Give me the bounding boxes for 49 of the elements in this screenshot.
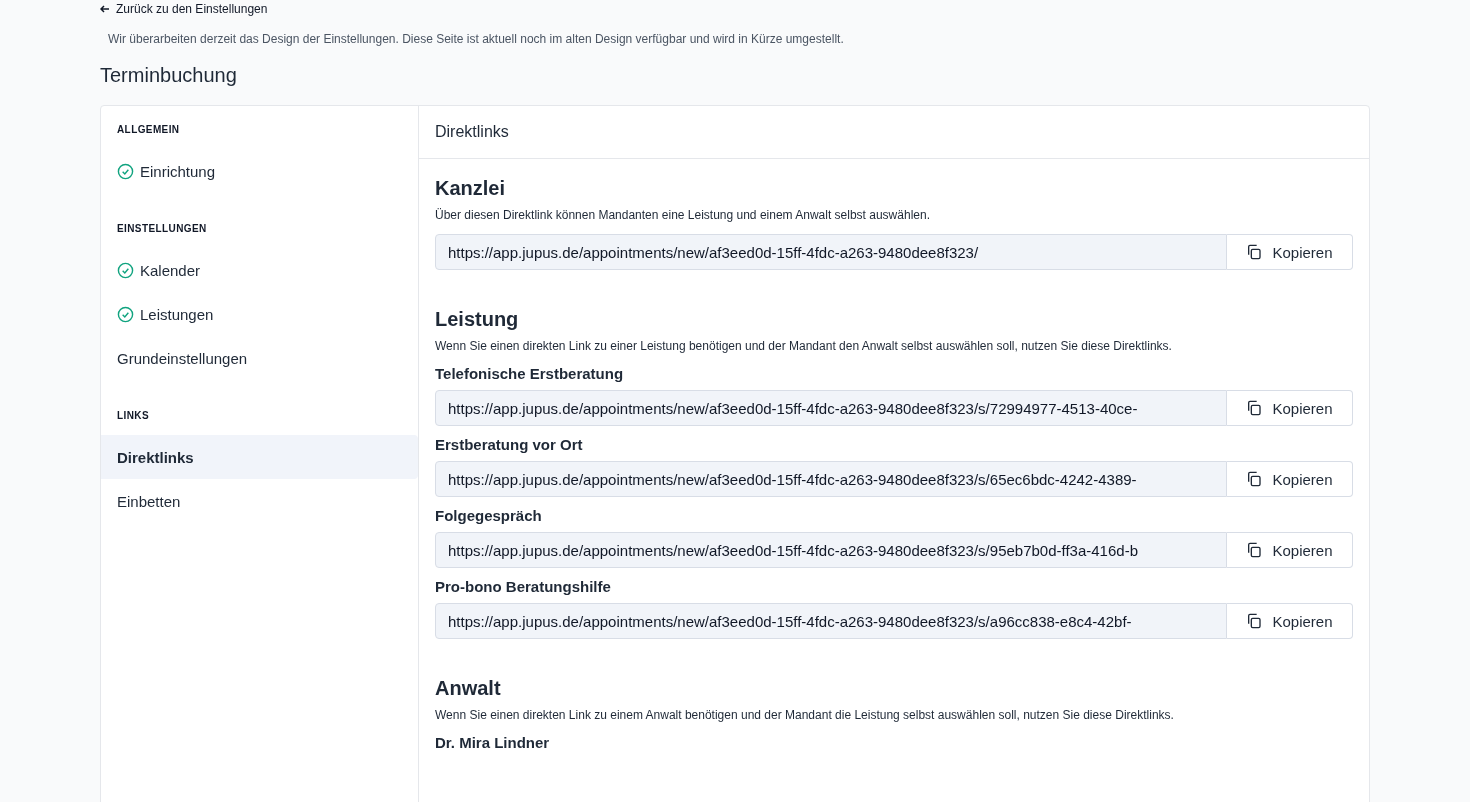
page-title: Terminbuchung (100, 64, 238, 87)
copy-icon (1246, 244, 1263, 260)
back-link[interactable]: Zurück zu den Einstellungen (100, 3, 268, 15)
section-title: Anwalt (435, 677, 502, 700)
sidebar-item[interactable]: Einrichtung (101, 149, 418, 193)
sidebar-item-label: Direktlinks (117, 448, 194, 466)
url-field[interactable]: https://app.jupus.de/appointments/new/af3eed0d-15ff-4fdc-a263-9480dee8f323/ (435, 234, 1227, 270)
sidebar-item[interactable]: Kalender (101, 248, 418, 292)
arrow-left-icon (100, 4, 110, 14)
sidebar-item[interactable]: Leistungen (101, 292, 418, 336)
check-circle-icon (117, 305, 134, 323)
sidebar-item-label: Grundeinstellungen (117, 349, 248, 367)
link-label: Telefonische Erstberatung (435, 365, 625, 382)
sidebar-item-label: Leistungen (140, 305, 214, 323)
copy-icon (1246, 542, 1263, 558)
sidebar-item-label: Kalender (140, 261, 201, 279)
copy-button[interactable]: Kopieren (1227, 461, 1353, 497)
url-field[interactable]: https://app.jupus.de/appointments/new/af3eed0d-15ff-4fdc-a263-9480dee8f323/s/65ec6bdc-4242-4389- (435, 461, 1227, 497)
copy-button[interactable]: Kopieren (1227, 390, 1353, 426)
panel-header: Direktlinks (419, 106, 1369, 159)
sidebar-item[interactable]: Einbetten (101, 479, 418, 523)
link-label: Dr. Mira Lindner (435, 734, 551, 751)
check-circle-icon (117, 261, 134, 279)
section-description: Wenn Sie einen direkten Link zu einem Anwalt benötigen und der Mandant die Leistung selbst auswählen soll, nutzen Sie diese Direktlinks. (435, 708, 1175, 722)
url-field[interactable]: https://app.jupus.de/appointments/new/af3eed0d-15ff-4fdc-a263-9480dee8f323/s/a96cc838-e8c4-42bf- (435, 603, 1227, 639)
sidebar-heading: EINSTELLUNGEN (116, 223, 208, 234)
url-field[interactable]: https://app.jupus.de/appointments/new/af3eed0d-15ff-4fdc-a263-9480dee8f323/s/72994977-4513-40ce- (435, 390, 1227, 426)
copy-icon (1246, 613, 1263, 629)
sidebar-item[interactable]: Direktlinks (101, 435, 418, 479)
copy-button[interactable]: Kopieren (1227, 532, 1353, 568)
link-label: Erstberatung vor Ort (435, 436, 584, 453)
section-description: Wenn Sie einen direkten Link zu einer Leistung benötigen und der Mandant den Anwalt selbst auswählen soll, nutzen Sie diese Direktlinks. (435, 339, 1173, 353)
section-title: Kanzlei (435, 177, 507, 200)
copy-icon (1246, 400, 1263, 416)
url-field[interactable]: https://app.jupus.de/appointments/new/af3eed0d-15ff-4fdc-a263-9480dee8f323/s/95eb7b0d-ff3a-416d-b (435, 532, 1227, 568)
copy-button[interactable]: Kopieren (1227, 234, 1353, 270)
copy-button[interactable]: Kopieren (1227, 603, 1353, 639)
section-title: Leistung (435, 308, 520, 331)
link-label: Folgegespräch (435, 507, 543, 524)
copy-icon (1246, 471, 1263, 487)
section-description: Über diesen Direktlink können Mandanten eine Leistung und einem Anwalt selbst auswählen. (435, 208, 931, 222)
check-circle-icon (117, 162, 134, 180)
sidebar-heading: LINKS (116, 410, 150, 421)
notice-text: Wir überarbeiten derzeit das Design der Einstellungen. Diese Seite ist aktuell noch im alten Design verfügbar und wird in Kürze umgestellt. (108, 32, 845, 46)
sidebar-item[interactable]: Grundeinstellungen (101, 336, 418, 380)
link-label: Pro-bono Beratungshilfe (435, 578, 612, 595)
sidebar-heading: ALLGEMEIN (116, 124, 181, 135)
sidebar-item-label: Einrichtung (140, 162, 216, 180)
sidebar-item-label: Einbetten (117, 492, 181, 510)
